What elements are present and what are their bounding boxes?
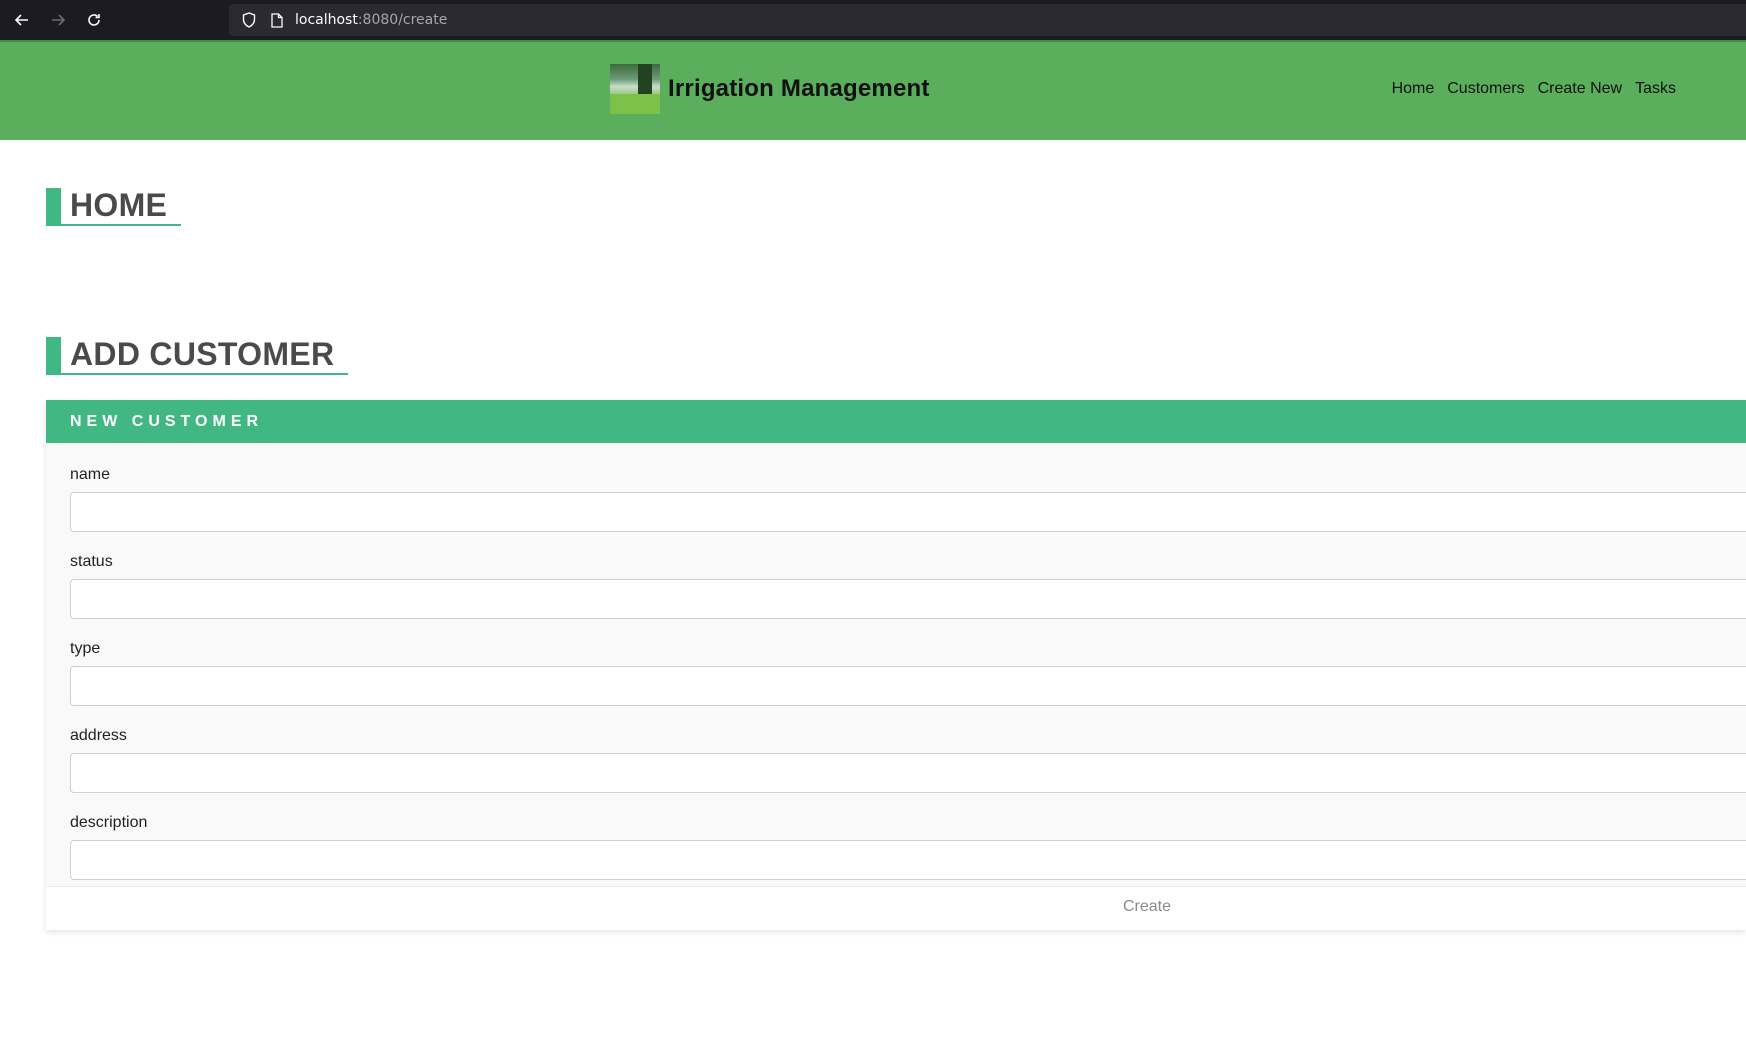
nav-link-tasks[interactable]: Tasks bbox=[1635, 80, 1676, 98]
address-bar[interactable]: localhost:8080/create bbox=[229, 4, 1746, 36]
home-section-title: HOME bbox=[46, 188, 182, 226]
add-customer-section-title: ADD CUSTOMER bbox=[46, 337, 349, 375]
browser-toolbar: localhost:8080/create bbox=[0, 0, 1746, 40]
arrow-left-icon bbox=[14, 14, 28, 26]
page-icon[interactable] bbox=[267, 10, 287, 30]
reload-button[interactable] bbox=[76, 2, 112, 38]
address-label: address bbox=[70, 727, 127, 744]
description-input[interactable] bbox=[70, 840, 1746, 880]
address-input[interactable] bbox=[70, 753, 1746, 793]
reload-icon bbox=[88, 14, 100, 26]
new-customer-form: name status type address description bbox=[46, 443, 1746, 880]
card-header: NEW CUSTOMER bbox=[46, 400, 1746, 443]
status-input[interactable] bbox=[70, 579, 1746, 619]
url-host: localhost bbox=[295, 12, 358, 28]
shield-icon[interactable] bbox=[239, 10, 259, 30]
nav-link-home[interactable]: Home bbox=[1392, 80, 1435, 98]
forward-button[interactable] bbox=[40, 2, 76, 38]
back-button[interactable] bbox=[4, 2, 40, 38]
nav-link-create-new[interactable]: Create New bbox=[1538, 80, 1622, 98]
main-nav: Home Customers Create New Tasks bbox=[1392, 80, 1676, 98]
title-accent-bar bbox=[46, 337, 61, 375]
brand: Irrigation Management bbox=[610, 64, 930, 114]
description-label: description bbox=[70, 814, 148, 831]
status-label: status bbox=[70, 553, 113, 570]
site-header: Irrigation Management Home Customers Cre… bbox=[0, 40, 1746, 140]
nav-link-customers[interactable]: Customers bbox=[1447, 80, 1524, 98]
title-accent-bar bbox=[46, 188, 61, 226]
site-title: Irrigation Management bbox=[668, 75, 930, 102]
type-input[interactable] bbox=[70, 666, 1746, 706]
name-label: name bbox=[70, 466, 111, 483]
type-label: type bbox=[70, 640, 101, 657]
add-customer-heading: ADD CUSTOMER bbox=[61, 337, 349, 375]
url-path: :8080/create bbox=[357, 12, 448, 28]
home-heading: HOME bbox=[61, 188, 182, 226]
arrow-right-icon bbox=[52, 14, 66, 26]
new-customer-card: NEW CUSTOMER name status type address de… bbox=[46, 400, 1746, 930]
name-input[interactable] bbox=[70, 492, 1746, 532]
create-button[interactable]: Create bbox=[1123, 898, 1171, 916]
card-footer: Create bbox=[46, 886, 1746, 930]
logo-image bbox=[610, 64, 660, 114]
